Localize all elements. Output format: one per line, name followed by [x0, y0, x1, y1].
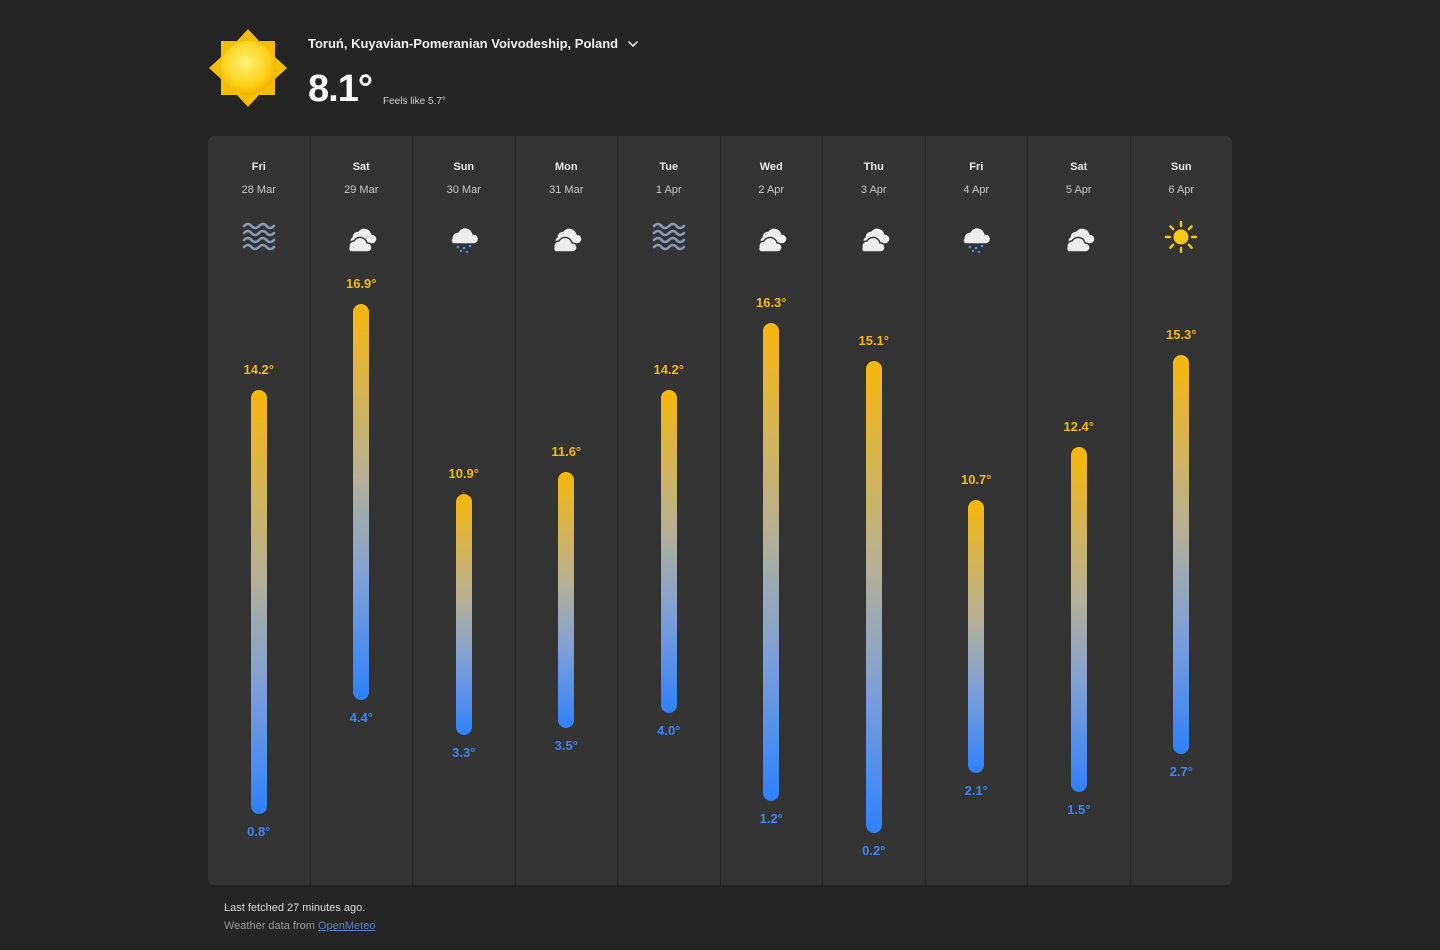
day-of-week: Fri [969, 161, 984, 173]
rain-icon [959, 220, 993, 254]
temperature-range-bar [865, 361, 882, 833]
cloud-icon [549, 220, 583, 254]
high-temp-label: 15.3° [1165, 326, 1197, 342]
last-fetched-text: Last fetched 27 minutes ago. [224, 902, 366, 914]
day-of-week: Sun [453, 161, 475, 173]
rain-icon [447, 220, 481, 254]
day-date: 1 Apr [655, 184, 682, 196]
high-temp-label: 14.2° [243, 361, 274, 377]
forecast-day: Sun 30 Mar 10.9° 3.3° [412, 136, 515, 885]
low-temp-label: 3.3° [452, 744, 476, 760]
forecast-day: Sat 29 Mar 16.9° 4.4° [309, 136, 413, 885]
forecast-day: Sat 5 Apr 12.4° 1.5° [1027, 136, 1130, 885]
low-temp-label: 4.4° [349, 709, 373, 725]
current-weather-header: Toruń, Kuyavian-Pomeranian Voivodeship, … [208, 28, 908, 118]
day-of-week: Wed [759, 161, 783, 173]
day-of-week: Thu [863, 161, 884, 173]
feels-like-text: Feels like 5.7° [383, 96, 446, 107]
forecast-day: Fri 28 Mar 14.2° 0.8° [208, 136, 310, 885]
temperature-range-bar [1070, 446, 1087, 792]
temperature-range-bar [558, 471, 575, 729]
low-temp-label: 1.2° [759, 811, 783, 827]
day-date: 5 Apr [1065, 184, 1092, 196]
temperature-range-bar [660, 389, 677, 713]
day-date: 31 Mar [549, 184, 584, 196]
fog-icon [652, 220, 686, 254]
forecast-panel: Fri 28 Mar 14.2° 0.8° Sat 29 Mar 16.9° 4.4° Sun 3… [208, 136, 1232, 885]
day-of-week: Sat [1070, 161, 1088, 173]
fog-icon [242, 220, 276, 254]
day-date: 6 Apr [1168, 184, 1195, 196]
data-source-text: Weather data from OpenMeteo [224, 920, 375, 932]
low-temp-label: 0.8° [247, 823, 271, 839]
sun-icon [209, 29, 287, 107]
cloud-icon [857, 220, 891, 254]
temperature-range-bar [455, 494, 472, 735]
current-temperature: 8.1° [308, 68, 373, 110]
forecast-day: Thu 3 Apr 15.1° 0.2° [822, 136, 925, 885]
day-of-week: Mon [554, 161, 578, 173]
high-temp-label: 10.9° [448, 466, 479, 482]
high-temp-label: 12.4° [1063, 418, 1094, 434]
low-temp-label: 2.7° [1169, 763, 1193, 779]
cloud-icon [754, 220, 788, 254]
high-temp-label: 14.2° [653, 361, 684, 377]
location-selector[interactable]: Toruń, Kuyavian-Pomeranian Voivodeship, … [308, 36, 640, 51]
day-date: 30 Mar [446, 184, 481, 196]
high-temp-label: 11.6° [551, 443, 582, 459]
low-temp-label: 3.5° [554, 738, 578, 754]
low-temp-label: 1.5° [1067, 801, 1091, 817]
chevron-down-icon [628, 40, 638, 47]
low-temp-label: 4.0° [657, 722, 681, 738]
day-date: 2 Apr [758, 184, 785, 196]
low-temp-label: 0.2° [862, 843, 886, 858]
temperature-range-bar [1173, 354, 1190, 754]
high-temp-label: 16.3° [755, 295, 787, 310]
low-temp-label: 2.1° [964, 782, 988, 798]
day-date: 29 Mar [344, 184, 379, 196]
day-date: 28 Mar [241, 184, 276, 196]
temperature-range-bar [250, 389, 267, 814]
day-date: 4 Apr [963, 184, 990, 196]
sun-icon [1164, 220, 1198, 254]
forecast-day: Wed 2 Apr 16.3° 1.2° [719, 136, 823, 885]
data-source-prefix: Weather data from [224, 920, 318, 932]
day-of-week: Sun [1170, 161, 1192, 173]
cloud-icon [344, 220, 378, 254]
location-name: Toruń, Kuyavian-Pomeranian Voivodeship, … [308, 36, 619, 51]
forecast-day: Tue 1 Apr 14.2° 4.0° [617, 136, 720, 885]
temperature-range-bar [968, 500, 985, 773]
forecast-day: Fri 4 Apr 10.7° 2.1° [924, 136, 1028, 885]
day-date: 3 Apr [860, 184, 887, 196]
high-temp-label: 10.7° [960, 472, 992, 488]
day-of-week: Sat [352, 161, 370, 173]
high-temp-label: 16.9° [345, 276, 377, 291]
forecast-day: Mon 31 Mar 11.6° 3.5° [514, 136, 618, 885]
forecast-day: Sun 6 Apr 15.3° 2.7° [1129, 136, 1233, 885]
high-temp-label: 15.1° [858, 333, 889, 349]
temperature-range-bar [353, 304, 370, 700]
temperature-range-bar [763, 323, 780, 802]
openmeteo-link[interactable]: OpenMeteo [318, 920, 375, 932]
day-of-week: Tue [659, 161, 679, 173]
cloud-icon [1062, 220, 1096, 254]
day-of-week: Fri [251, 161, 266, 173]
